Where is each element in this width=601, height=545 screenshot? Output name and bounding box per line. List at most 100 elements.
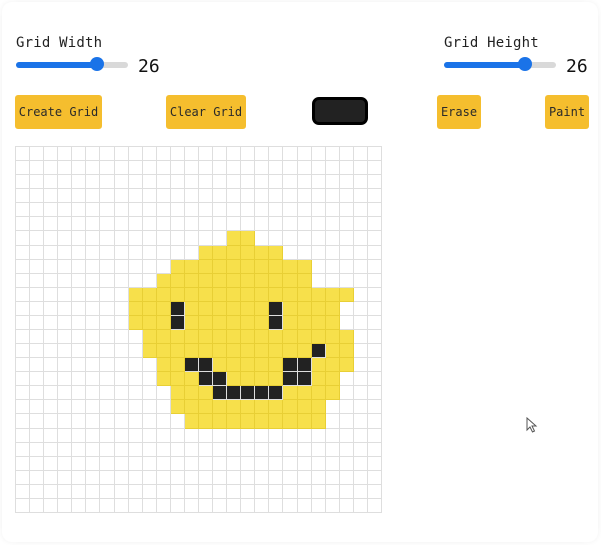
grid-cell[interactable] bbox=[297, 442, 312, 457]
grid-cell[interactable] bbox=[311, 301, 326, 316]
grid-cell[interactable] bbox=[283, 175, 298, 190]
grid-cell[interactable] bbox=[283, 470, 298, 485]
grid-cell[interactable] bbox=[213, 287, 228, 302]
grid-cell[interactable] bbox=[213, 231, 228, 246]
grid-cell[interactable] bbox=[241, 203, 256, 218]
grid-cell[interactable] bbox=[353, 175, 368, 190]
grid-cell[interactable] bbox=[353, 456, 368, 471]
grid-cell[interactable] bbox=[72, 498, 87, 513]
grid-cell[interactable] bbox=[367, 147, 382, 162]
grid-cell[interactable] bbox=[184, 301, 199, 316]
grid-cell[interactable] bbox=[339, 161, 354, 176]
grid-cell[interactable] bbox=[30, 245, 45, 260]
grid-cell[interactable] bbox=[156, 330, 171, 345]
grid-cell[interactable] bbox=[325, 330, 340, 345]
grid-cell[interactable] bbox=[30, 498, 45, 513]
grid-cell[interactable] bbox=[199, 400, 214, 415]
grid-cell[interactable] bbox=[199, 161, 214, 176]
grid-cell[interactable] bbox=[44, 470, 59, 485]
grid-cell[interactable] bbox=[114, 400, 129, 415]
grid-cell[interactable] bbox=[100, 273, 115, 288]
grid-cell[interactable] bbox=[241, 161, 256, 176]
grid-cell[interactable] bbox=[227, 175, 242, 190]
grid-cell[interactable] bbox=[184, 344, 199, 359]
grid-cell[interactable] bbox=[16, 456, 31, 471]
grid-cell[interactable] bbox=[72, 344, 87, 359]
grid-cell[interactable] bbox=[16, 273, 31, 288]
grid-cell[interactable] bbox=[213, 315, 228, 330]
grid-cell[interactable] bbox=[255, 273, 270, 288]
grid-cell[interactable] bbox=[100, 259, 115, 274]
grid-cell[interactable] bbox=[86, 470, 101, 485]
grid-cell[interactable] bbox=[114, 358, 129, 373]
grid-cell[interactable] bbox=[142, 259, 157, 274]
grid-cell[interactable] bbox=[297, 301, 312, 316]
grid-cell[interactable] bbox=[353, 442, 368, 457]
grid-cell[interactable] bbox=[114, 231, 129, 246]
grid-cell[interactable] bbox=[311, 231, 326, 246]
grid-cell[interactable] bbox=[86, 386, 101, 401]
grid-cell[interactable] bbox=[44, 400, 59, 415]
grid-cell[interactable] bbox=[16, 414, 31, 429]
grid-cell[interactable] bbox=[128, 189, 143, 204]
grid-cell[interactable] bbox=[72, 175, 87, 190]
grid-cell[interactable] bbox=[114, 498, 129, 513]
grid-cell[interactable] bbox=[227, 372, 242, 387]
grid-cell[interactable] bbox=[128, 161, 143, 176]
grid-cell[interactable] bbox=[30, 428, 45, 443]
grid-cell[interactable] bbox=[72, 189, 87, 204]
grid-cell[interactable] bbox=[227, 301, 242, 316]
grid-cell[interactable] bbox=[325, 175, 340, 190]
grid-cell[interactable] bbox=[72, 315, 87, 330]
grid-cell[interactable] bbox=[339, 400, 354, 415]
grid-cell[interactable] bbox=[156, 470, 171, 485]
grid-cell[interactable] bbox=[156, 217, 171, 232]
grid-cell[interactable] bbox=[325, 400, 340, 415]
grid-cell[interactable] bbox=[213, 330, 228, 345]
grid-cell[interactable] bbox=[142, 498, 157, 513]
grid-cell[interactable] bbox=[170, 470, 185, 485]
grid-cell[interactable] bbox=[156, 301, 171, 316]
grid-cell[interactable] bbox=[269, 203, 284, 218]
grid-cell[interactable] bbox=[170, 231, 185, 246]
grid-cell[interactable] bbox=[199, 386, 214, 401]
grid-cell[interactable] bbox=[114, 161, 129, 176]
grid-cell[interactable] bbox=[170, 400, 185, 415]
grid-cell[interactable] bbox=[255, 442, 270, 457]
grid-cell[interactable] bbox=[30, 456, 45, 471]
grid-cell[interactable] bbox=[367, 498, 382, 513]
grid-cell[interactable] bbox=[311, 400, 326, 415]
grid-cell[interactable] bbox=[114, 301, 129, 316]
grid-cell[interactable] bbox=[44, 330, 59, 345]
grid-cell[interactable] bbox=[58, 245, 73, 260]
grid-cell[interactable] bbox=[170, 414, 185, 429]
grid-cell[interactable] bbox=[100, 456, 115, 471]
grid-cell[interactable] bbox=[199, 330, 214, 345]
grid-cell[interactable] bbox=[44, 217, 59, 232]
grid-cell[interactable] bbox=[339, 344, 354, 359]
grid-cell[interactable] bbox=[170, 386, 185, 401]
grid-cell[interactable] bbox=[339, 217, 354, 232]
grid-cell[interactable] bbox=[367, 231, 382, 246]
grid-cell[interactable] bbox=[325, 203, 340, 218]
grid-cell[interactable] bbox=[184, 231, 199, 246]
grid-cell[interactable] bbox=[269, 372, 284, 387]
grid-cell[interactable] bbox=[44, 147, 59, 162]
grid-cell[interactable] bbox=[339, 330, 354, 345]
grid-cell[interactable] bbox=[311, 330, 326, 345]
grid-cell[interactable] bbox=[227, 358, 242, 373]
grid-cell[interactable] bbox=[199, 189, 214, 204]
grid-cell[interactable] bbox=[86, 287, 101, 302]
grid-cell[interactable] bbox=[297, 273, 312, 288]
grid-cell[interactable] bbox=[128, 386, 143, 401]
grid-cell[interactable] bbox=[325, 301, 340, 316]
grid-cell[interactable] bbox=[100, 428, 115, 443]
grid-cell[interactable] bbox=[353, 301, 368, 316]
grid-cell[interactable] bbox=[325, 217, 340, 232]
grid-cell[interactable] bbox=[297, 386, 312, 401]
grid-cell[interactable] bbox=[269, 400, 284, 415]
grid-cell[interactable] bbox=[311, 442, 326, 457]
grid-cell[interactable] bbox=[44, 161, 59, 176]
grid-cell[interactable] bbox=[241, 484, 256, 499]
grid-cell[interactable] bbox=[269, 484, 284, 499]
